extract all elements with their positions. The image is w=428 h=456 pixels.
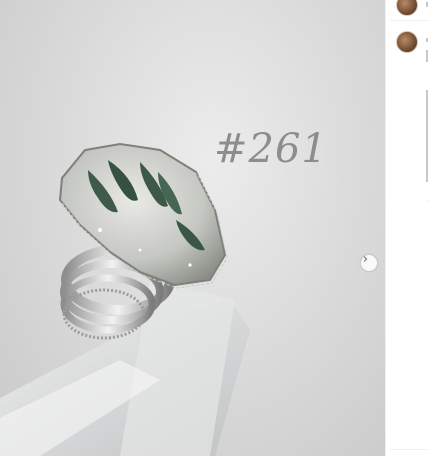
avatar-icon[interactable]	[396, 0, 418, 16]
ring-photo-graphic	[0, 142, 250, 456]
post-image[interactable]: #261	[0, 0, 385, 456]
header-divider	[390, 20, 428, 21]
avatar-icon[interactable]	[396, 31, 418, 53]
chevron-right-icon	[363, 256, 368, 262]
next-image-button[interactable]	[361, 255, 377, 271]
actions-divider	[390, 449, 428, 450]
listing-number-overlay: #261	[214, 126, 328, 172]
post-side-panel	[385, 0, 428, 456]
